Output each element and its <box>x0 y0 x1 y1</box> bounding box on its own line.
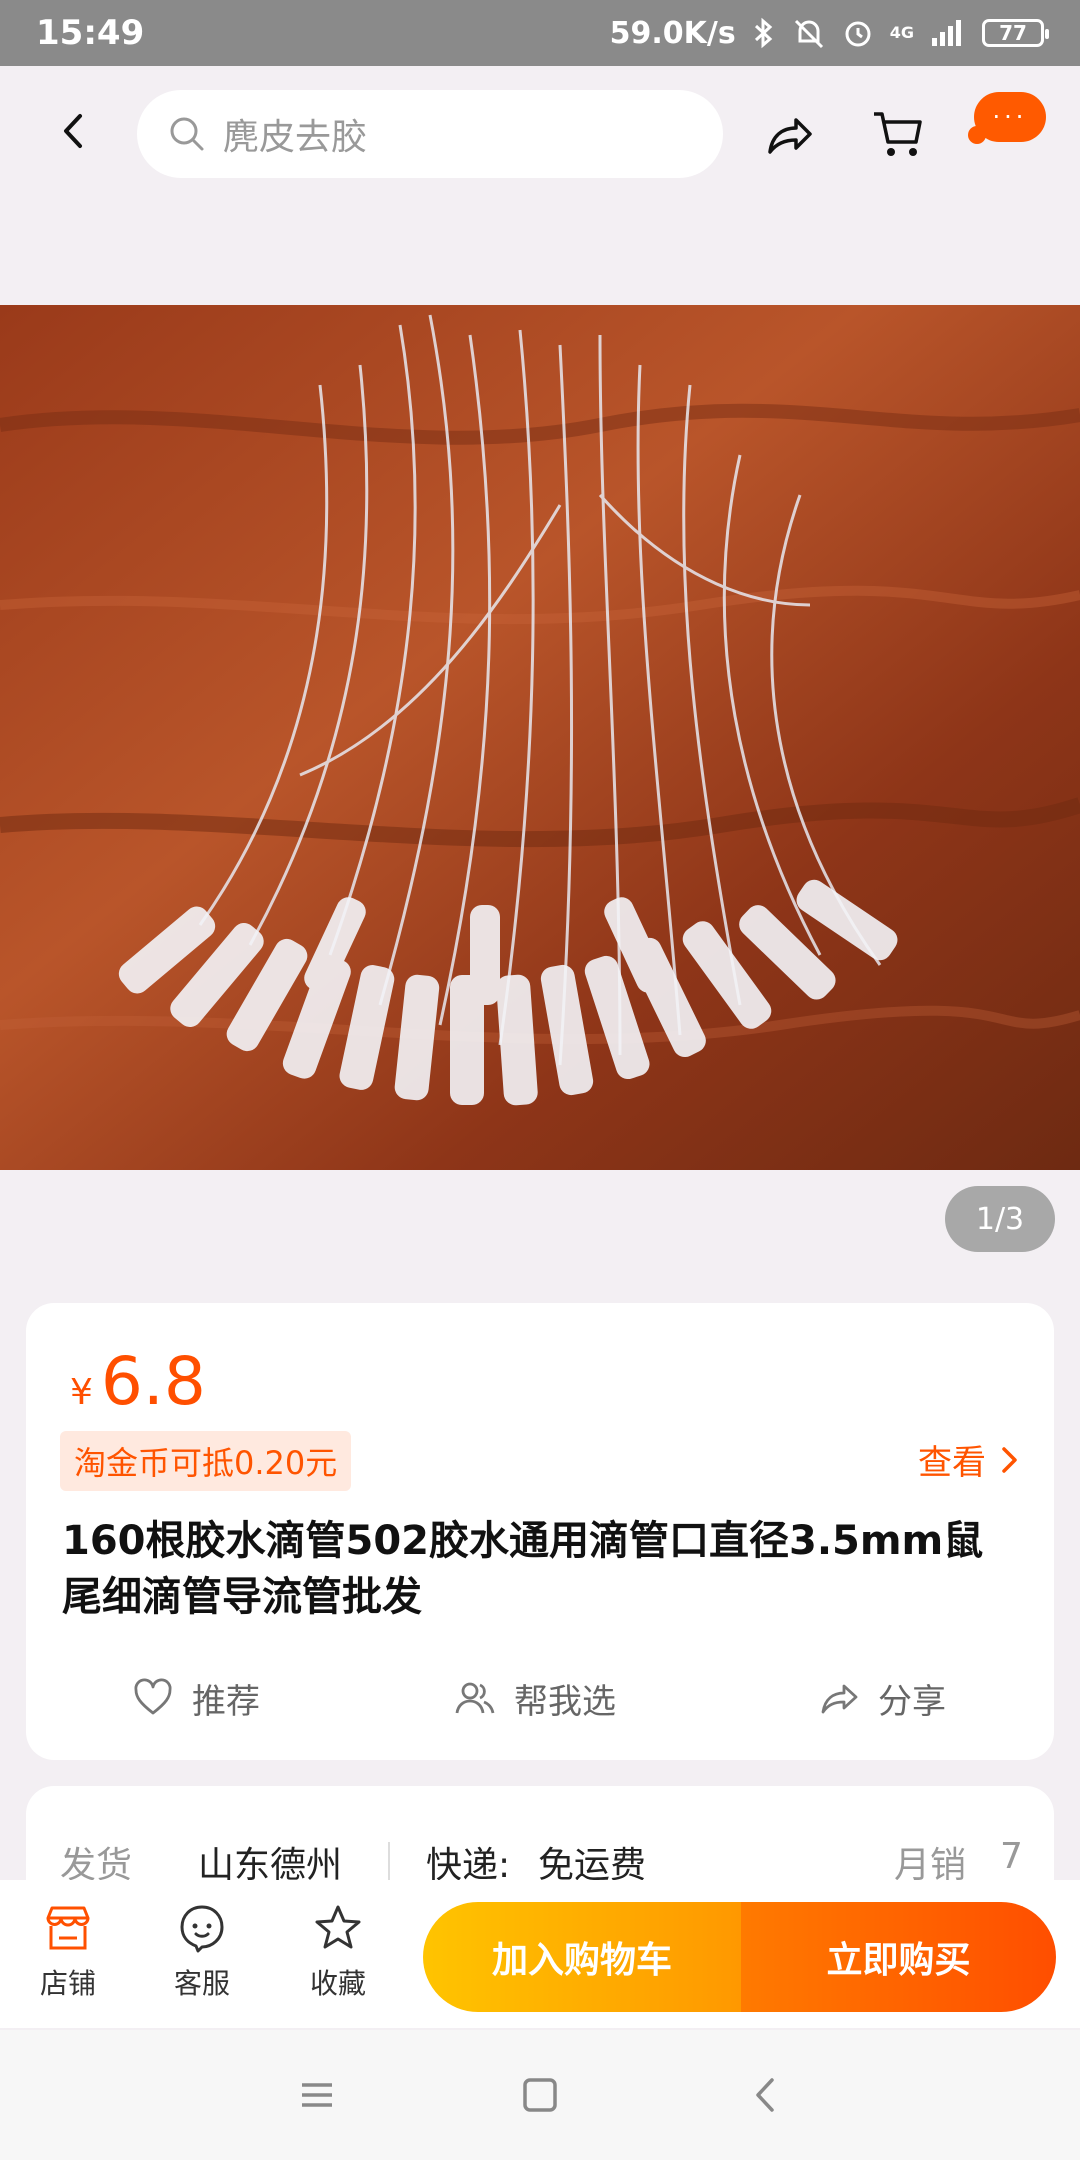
cart-icon[interactable] <box>870 106 926 162</box>
more-menu-button[interactable]: ··· <box>968 92 1046 144</box>
divider <box>388 1842 390 1882</box>
home-icon[interactable] <box>515 2070 565 2120</box>
price-card: ¥ 6.8 淘金币可抵0.20元 查看 160根胶水滴管502胶水通用滴管口直径… <box>26 1303 1054 1760</box>
help-choose-label: 帮我选 <box>514 1681 616 1722</box>
status-time: 15:49 <box>36 13 145 53</box>
back-icon[interactable] <box>50 106 100 156</box>
network-type: 4G <box>889 23 914 42</box>
service-tab[interactable]: 客服 <box>152 1902 252 2002</box>
search-icon <box>170 117 204 151</box>
share-icon <box>821 1684 858 1714</box>
users-icon <box>455 1682 495 1714</box>
mute-icon <box>792 17 826 49</box>
product-title: 160根胶水滴管502胶水通用滴管口直径3.5mm鼠尾细滴管导流管批发 <box>62 1518 984 1620</box>
sales-value: 7 <box>1000 1836 1023 1877</box>
alarm-icon <box>842 17 874 49</box>
shop-icon <box>46 1906 90 1950</box>
coin-offer-badge: 淘金币可抵0.20元 <box>60 1431 352 1491</box>
shop-label: 店铺 <box>39 1967 96 2000</box>
signal-bars-icon <box>930 18 966 48</box>
signal-icon: 4G <box>890 25 914 41</box>
search-input[interactable]: 麂皮去胶 <box>137 90 723 178</box>
product-actions: 推荐 帮我选 分享 <box>26 1663 1054 1733</box>
recommend-button[interactable]: 推荐 <box>132 1663 260 1733</box>
search-placeholder: 麂皮去胶 <box>223 117 368 158</box>
service-label: 客服 <box>173 1967 230 2000</box>
favorite-tab[interactable]: 收藏 <box>288 1902 388 2002</box>
price-currency: ¥ <box>70 1372 93 1413</box>
product-photo <box>0 305 1080 1170</box>
shop-tab[interactable]: 店铺 <box>18 1902 118 2002</box>
price: ¥ 6.8 <box>70 1343 206 1420</box>
service-icon <box>180 1905 224 1953</box>
buy-now-button[interactable]: 立即购买 <box>741 1902 1056 2012</box>
recommend-label: 推荐 <box>192 1681 260 1722</box>
bottom-action-bar: 店铺 客服 收藏 加入购物车 立即购买 <box>0 1880 1080 2028</box>
help-choose-button[interactable]: 帮我选 <box>454 1663 616 1733</box>
price-value: 6.8 <box>100 1343 206 1420</box>
top-nav: 麂皮去胶 ··· <box>0 66 1080 198</box>
favorite-label: 收藏 <box>309 1967 366 2000</box>
view-offer-link[interactable]: 查看 <box>918 1435 1020 1484</box>
star-icon <box>315 1905 361 1949</box>
heart-icon <box>134 1678 172 1715</box>
bluetooth-icon <box>752 17 776 49</box>
network-speed: 59.0K/s <box>609 15 736 51</box>
add-to-cart-button[interactable]: 加入购物车 <box>423 1902 741 2012</box>
gallery-page-indicator: 1/3 <box>945 1186 1055 1252</box>
chevron-right-icon <box>1002 1446 1017 1473</box>
status-bar: 15:49 59.0K/s 4G 77 <box>0 0 1080 66</box>
share-label: 分享 <box>878 1681 946 1722</box>
product-image[interactable] <box>0 305 1080 1170</box>
menu-icon[interactable] <box>292 2070 342 2120</box>
system-nav-bar <box>0 2030 1080 2160</box>
back-nav-icon[interactable] <box>742 2070 792 2120</box>
purchase-buttons: 加入购物车 立即购买 <box>423 1902 1056 2012</box>
share-icon[interactable] <box>762 108 816 162</box>
status-icons: 59.0K/s 4G 77 <box>609 15 1049 51</box>
share-button[interactable]: 分享 <box>818 1663 946 1733</box>
battery-icon: 77 <box>982 19 1049 47</box>
view-label: 查看 <box>918 1443 986 1483</box>
